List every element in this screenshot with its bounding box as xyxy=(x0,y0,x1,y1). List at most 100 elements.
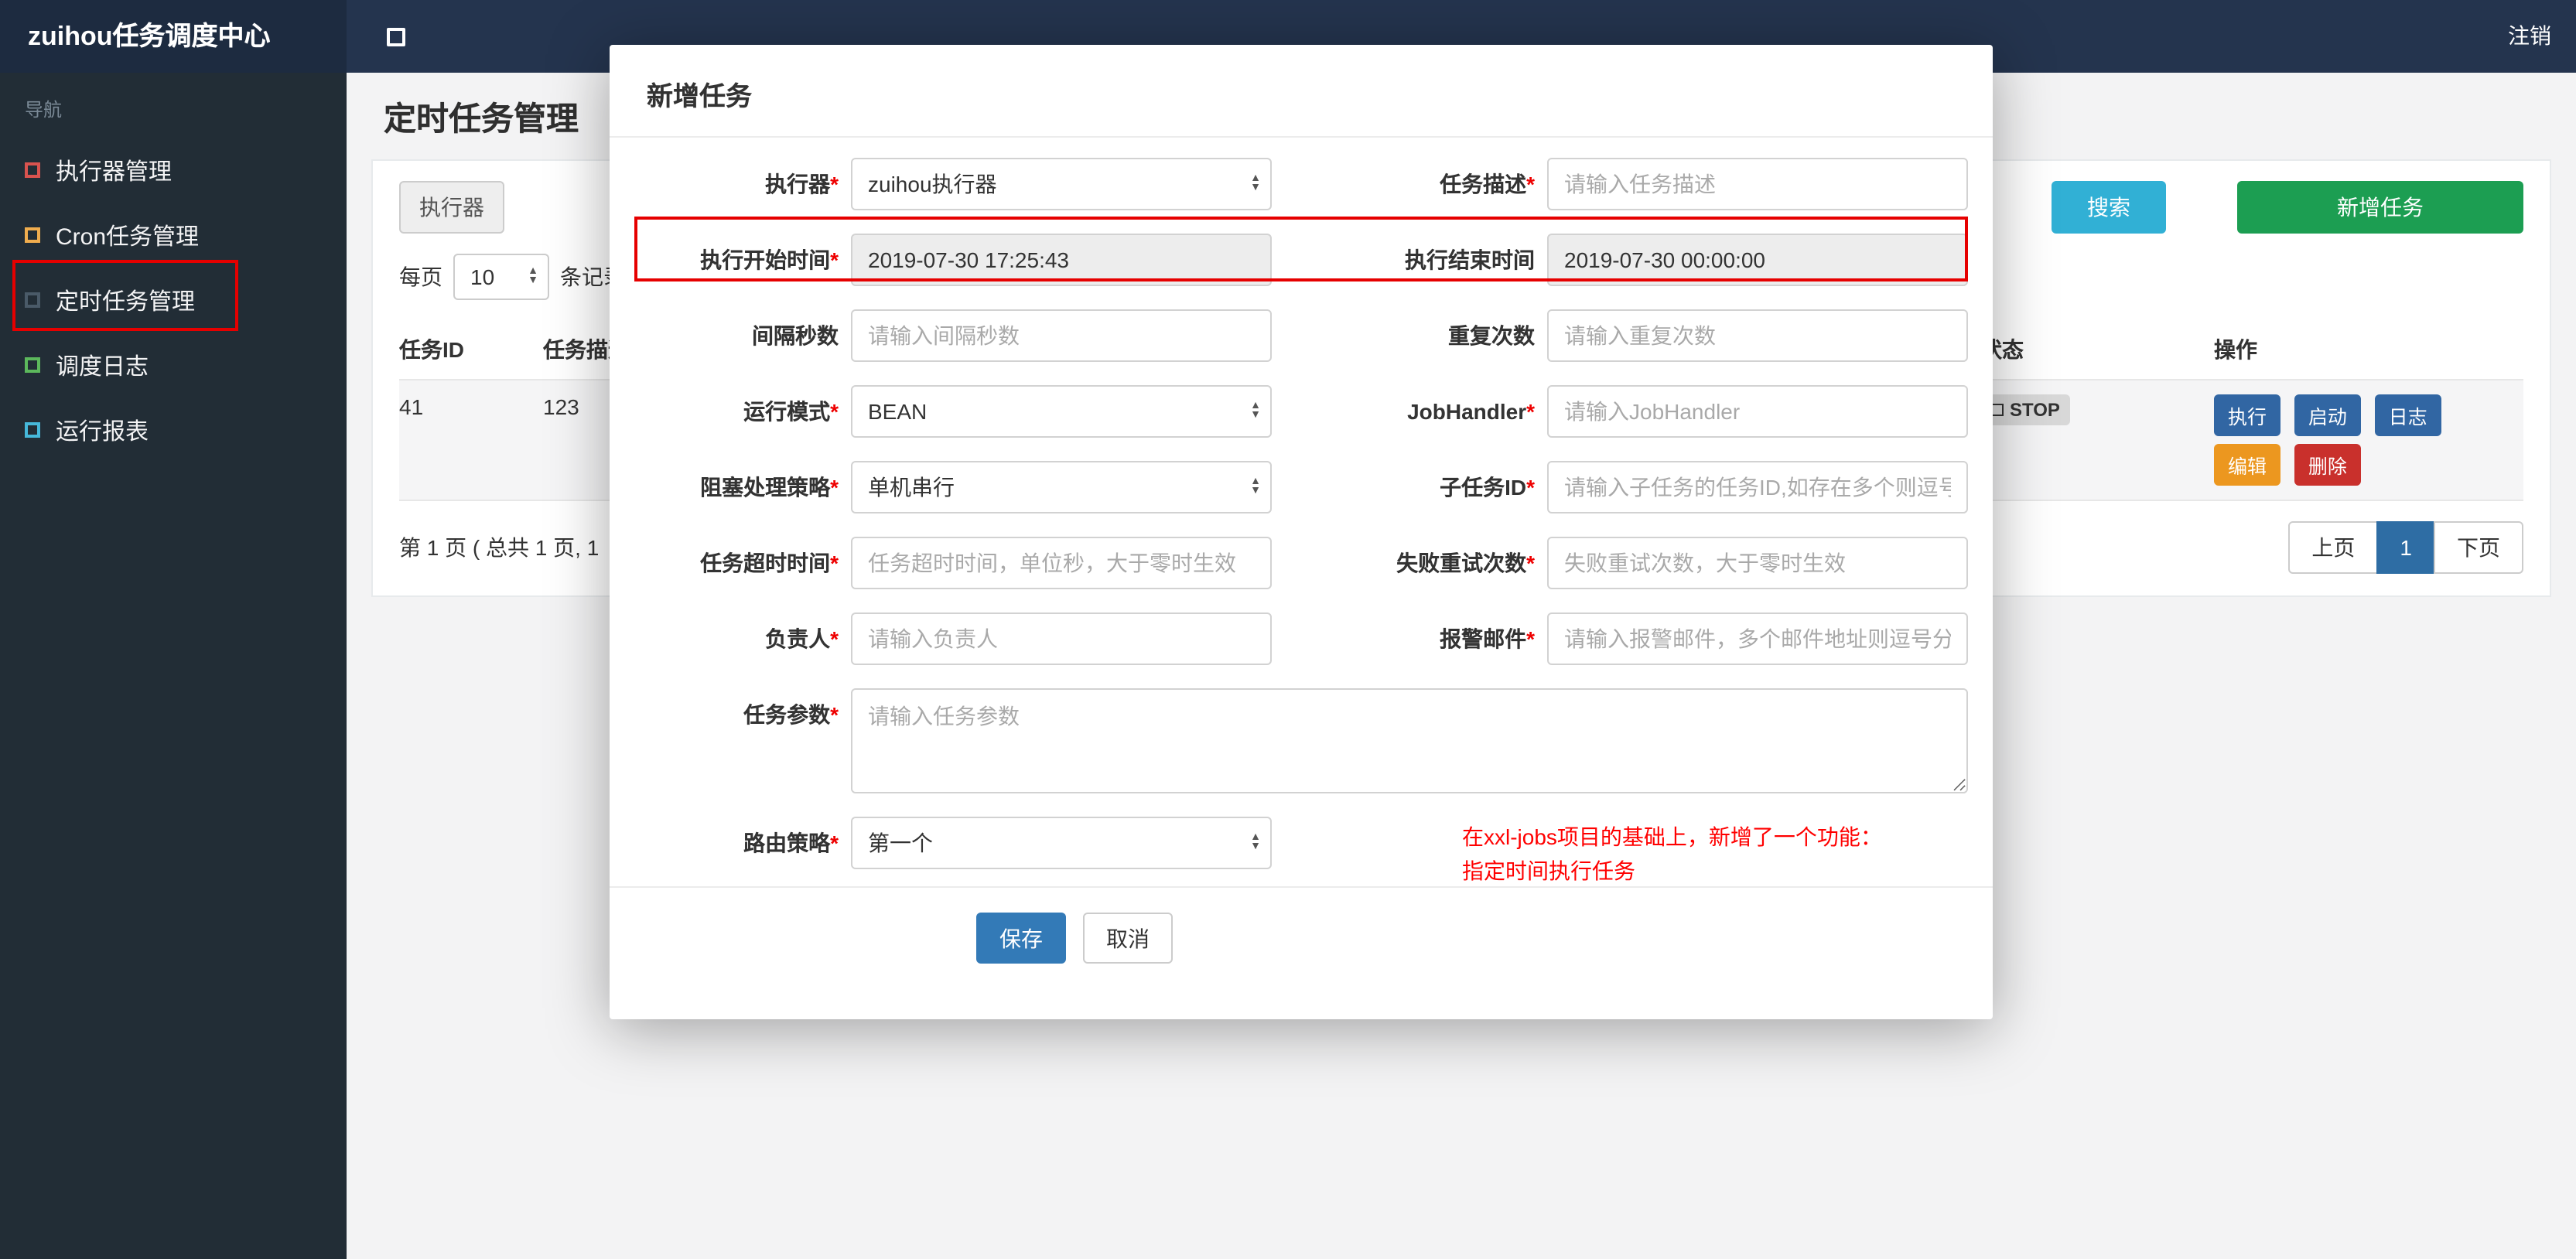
timeout-label: 任务超时时间* xyxy=(700,551,839,575)
cell-task-id: 41 xyxy=(399,380,543,501)
action-row-1: 执行 启动 日志 xyxy=(2214,394,2511,436)
header-task-id: 任务ID xyxy=(399,320,543,380)
executor-filter-addon: 执行器 xyxy=(399,181,504,234)
sidebar-item-cron-task[interactable]: Cron任务管理 xyxy=(0,203,347,268)
start-button[interactable]: 启动 xyxy=(2294,394,2361,436)
status-badge: STOP xyxy=(1980,394,2071,425)
run-mode-select-value: BEAN xyxy=(868,399,928,424)
app-brand: zuihou任务调度中心 xyxy=(0,0,347,73)
job-param-label: 任务参数* xyxy=(743,702,839,727)
timeout-input[interactable] xyxy=(851,537,1272,589)
form-row-block-child: 阻塞处理策略* 单机串行 ▲ ▼ 子任务ID* xyxy=(610,461,1993,513)
executor-label: 执行器* xyxy=(765,172,839,196)
form-row-job-param: 任务参数* xyxy=(610,688,1993,793)
block-strategy-select[interactable]: 单机串行 ▲ ▼ xyxy=(851,461,1272,513)
sidebar-item-run-report[interactable]: 运行报表 xyxy=(0,397,347,462)
child-job-input[interactable] xyxy=(1547,461,1968,513)
form-row-route-note: 路由策略* 第一个 ▲ ▼ 在xxl-jobs项目的基础上，新增了一个功能： 指定… xyxy=(610,817,1993,888)
prev-page-button[interactable]: 上页 xyxy=(2288,521,2379,574)
action-row-2: 编辑 删除 xyxy=(2214,444,2511,486)
interval-label: 间隔秒数 xyxy=(752,323,839,348)
block-strategy-label: 阻塞处理策略* xyxy=(700,475,839,500)
job-param-textarea[interactable] xyxy=(851,688,1968,793)
job-handler-input[interactable] xyxy=(1547,385,1968,438)
feature-note: 在xxl-jobs项目的基础上，新增了一个功能： 指定时间执行任务 xyxy=(1462,817,1882,888)
per-page-select[interactable]: 10 ▲ ▼ xyxy=(453,254,549,300)
select-arrows-icon: ▲ ▼ xyxy=(1250,832,1261,852)
retry-label: 失败重试次数* xyxy=(1396,551,1535,575)
delete-button[interactable]: 删除 xyxy=(2294,444,2361,486)
job-desc-input[interactable] xyxy=(1547,158,1968,210)
route-strategy-label: 路由策略* xyxy=(743,831,839,855)
repeat-count-input[interactable] xyxy=(1547,309,1968,362)
job-desc-label: 任务描述* xyxy=(1440,172,1535,196)
alarm-email-input[interactable] xyxy=(1547,612,1968,665)
edit-button[interactable]: 编辑 xyxy=(2214,444,2281,486)
next-page-button[interactable]: 下页 xyxy=(2434,521,2523,574)
status-text: STOP xyxy=(2010,399,2060,421)
app-root: zuihou任务调度中心 注销 导航 执行器管理 Cron任务管理 定时任务管理… xyxy=(0,0,2576,1259)
per-page-value: 10 xyxy=(470,264,495,289)
sidebar-item-label: 调度日志 xyxy=(56,353,149,380)
modal-title: 新增任务 xyxy=(610,45,1993,138)
header-status: 状态 xyxy=(1980,320,2214,380)
modal-form: 执行器* zuihou执行器 ▲▼ 任务描述* 执行开始时间* 执行结束时间 xyxy=(610,138,1993,888)
owner-input[interactable] xyxy=(851,612,1272,665)
pagination-info: 第 1 页 ( 总共 1 页, 1 xyxy=(399,535,600,560)
sidebar-item-label: 定时任务管理 xyxy=(56,288,196,315)
interval-input[interactable] xyxy=(851,309,1272,362)
feature-note-line2: 指定时间执行任务 xyxy=(1462,858,1635,883)
add-task-button[interactable]: 新增任务 xyxy=(2237,181,2523,234)
sidebar: 导航 执行器管理 Cron任务管理 定时任务管理 调度日志 运行报表 xyxy=(0,73,347,1259)
sidebar-toggle-icon[interactable] xyxy=(387,28,405,46)
cell-actions: 执行 启动 日志 编辑 删除 xyxy=(2214,380,2523,501)
form-row-time-range: 执行开始时间* 执行结束时间 xyxy=(610,234,1993,286)
header-actions: 操作 xyxy=(2214,320,2523,380)
form-row-interval-repeat: 间隔秒数 重复次数 xyxy=(610,309,1993,362)
route-strategy-select[interactable]: 第一个 ▲ ▼ xyxy=(851,817,1272,869)
square-icon xyxy=(25,227,40,243)
job-handler-label: JobHandler* xyxy=(1407,399,1535,424)
pagination-buttons: 上页 1 下页 xyxy=(2288,521,2523,574)
sidebar-item-label: 执行器管理 xyxy=(56,159,173,185)
search-button[interactable]: 搜索 xyxy=(2052,181,2166,234)
form-row-timeout-retry: 任务超时时间* 失败重试次数* xyxy=(610,537,1993,589)
run-mode-select[interactable]: BEAN ▲ ▼ xyxy=(851,385,1272,438)
run-mode-label: 运行模式* xyxy=(743,399,839,424)
executor-select[interactable]: zuihou执行器 ▲ ▼ xyxy=(851,158,1272,210)
save-button[interactable]: 保存 xyxy=(976,913,1066,964)
sidebar-item-executor-manage[interactable]: 执行器管理 xyxy=(0,138,347,203)
square-icon xyxy=(25,292,40,308)
select-arrows-icon: ▲ ▼ xyxy=(1250,476,1261,496)
form-row-executor-desc: 执行器* zuihou执行器 ▲ ▼ 任务描述* xyxy=(610,158,1993,210)
per-page-prefix: 每页 xyxy=(399,264,442,289)
square-icon xyxy=(25,162,40,178)
select-arrows-icon: ▲ ▼ xyxy=(528,266,538,286)
executor-select-value: zuihou执行器 xyxy=(868,172,997,196)
alarm-email-label: 报警邮件* xyxy=(1440,626,1535,651)
select-arrows-icon: ▲ ▼ xyxy=(1250,173,1261,193)
current-page-button[interactable]: 1 xyxy=(2376,521,2435,574)
sidebar-item-timed-task[interactable]: 定时任务管理 xyxy=(0,268,347,333)
logout-link[interactable]: 注销 xyxy=(2508,0,2551,73)
repeat-count-label: 重复次数 xyxy=(1448,323,1535,348)
child-job-label: 子任务ID* xyxy=(1440,475,1535,500)
cell-status: STOP xyxy=(1980,380,2214,501)
log-button[interactable]: 日志 xyxy=(2374,394,2441,436)
route-strategy-select-value: 第一个 xyxy=(868,831,933,855)
form-row-owner-email: 负责人* 报警邮件* xyxy=(610,612,1993,665)
sidebar-item-label: Cron任务管理 xyxy=(56,223,200,250)
end-time-label: 执行结束时间 xyxy=(1405,247,1535,272)
add-task-modal: 新增任务 执行器* zuihou执行器 ▲▼ 任务描述* 执行开始时间* xyxy=(610,45,1993,1019)
execute-button[interactable]: 执行 xyxy=(2214,394,2281,436)
form-row-mode-handler: 运行模式* BEAN ▲ ▼ JobHandler* xyxy=(610,385,1993,438)
start-time-label: 执行开始时间* xyxy=(700,247,839,272)
owner-label: 负责人* xyxy=(765,626,839,651)
end-time-input[interactable] xyxy=(1547,234,1968,286)
start-time-input[interactable] xyxy=(851,234,1272,286)
cancel-button[interactable]: 取消 xyxy=(1083,913,1173,964)
stop-square-icon xyxy=(1991,404,2004,416)
sidebar-nav-label: 导航 xyxy=(25,99,63,121)
retry-input[interactable] xyxy=(1547,537,1968,589)
sidebar-item-dispatch-log[interactable]: 调度日志 xyxy=(0,333,347,397)
